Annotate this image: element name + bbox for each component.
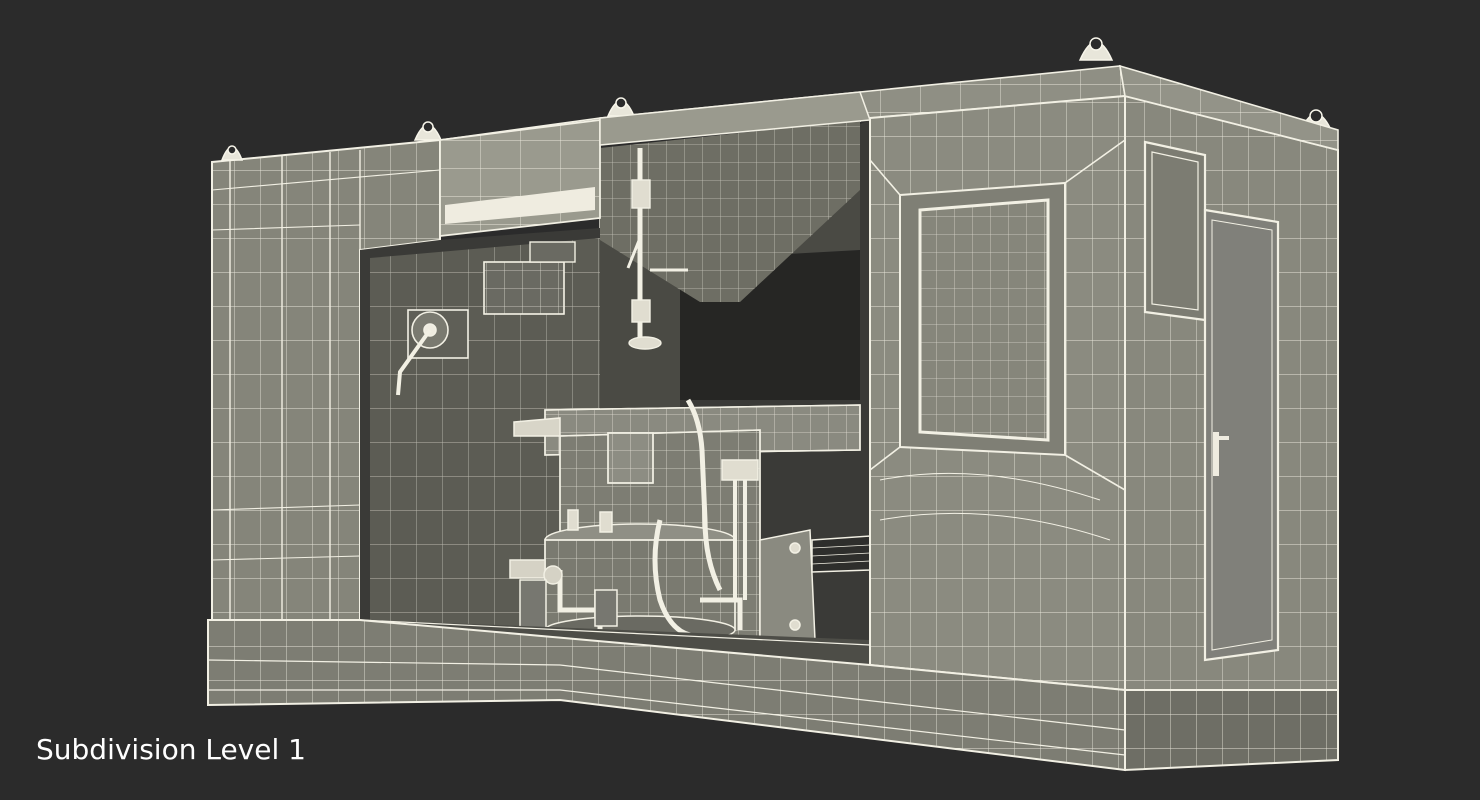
subdivision-level-caption: Subdivision Level 1 <box>36 733 306 766</box>
right-side-wall <box>1124 94 1339 702</box>
container-wireframe-render <box>207 37 1339 772</box>
lug-2 <box>413 121 443 141</box>
viewport: Subdivision Level 1 <box>0 0 1480 800</box>
lug-1 <box>220 145 244 161</box>
lug-4 <box>1078 37 1114 61</box>
door-frame-center <box>869 94 1126 692</box>
lug-3 <box>606 97 636 117</box>
